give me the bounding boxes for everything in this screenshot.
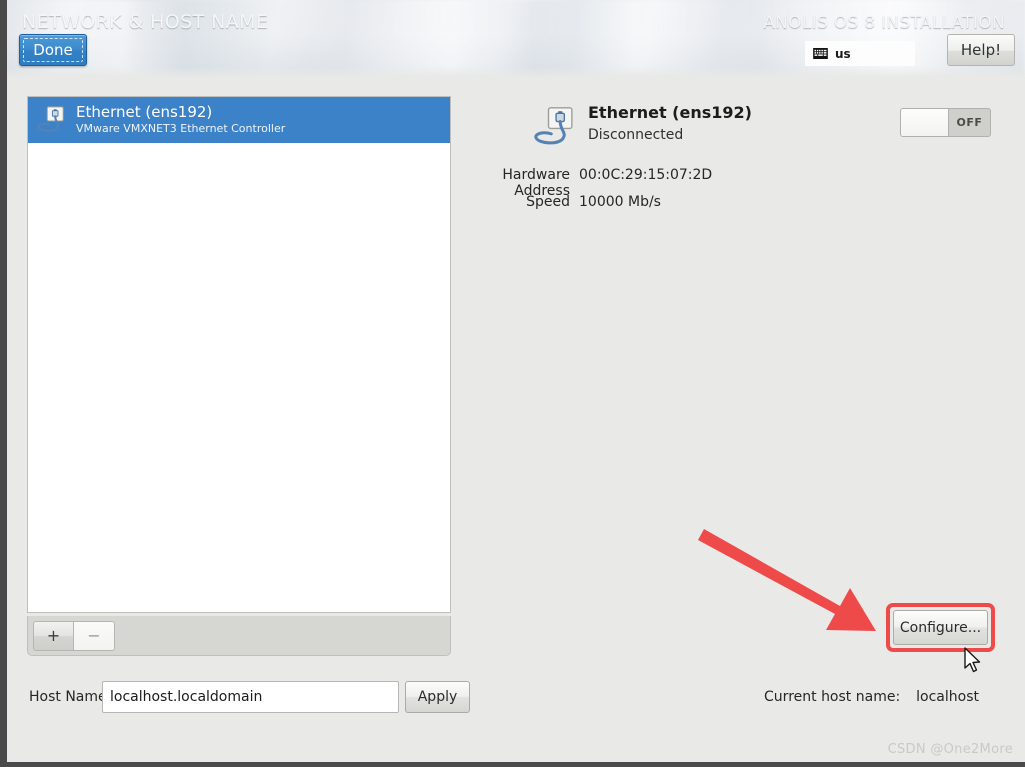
apply-button[interactable]: Apply	[405, 681, 470, 713]
device-detail-texts: Ethernet (ens192) Disconnected	[588, 103, 752, 143]
device-detail-header: Ethernet (ens192) Disconnected	[532, 103, 752, 149]
current-host-name: Current host name: localhost	[764, 689, 979, 705]
hostname-input[interactable]	[102, 681, 399, 713]
current-host-value: localhost	[916, 689, 979, 705]
network-device-list[interactable]: Ethernet (ens192) VMware VMXNET3 Etherne…	[27, 96, 451, 613]
ethernet-icon	[37, 106, 64, 132]
remove-device-label: −	[87, 626, 101, 645]
device-detail-title: Ethernet (ens192)	[588, 103, 752, 122]
hostname-label: Host Name:	[29, 689, 112, 705]
configure-button-label: Configure...	[899, 619, 982, 636]
product-title: ANOLIS OS 8 INSTALLATION	[763, 13, 1005, 33]
apply-button-label: Apply	[417, 689, 458, 705]
keyboard-layout-indicator[interactable]: us	[805, 41, 915, 66]
remove-device-button[interactable]: −	[74, 620, 115, 651]
property-label: Speed	[526, 194, 570, 210]
property-value: 10000 Mb/s	[579, 194, 661, 210]
list-item-texts: Ethernet (ens192) VMware VMXNET3 Etherne…	[76, 103, 286, 136]
device-power-toggle[interactable]: OFF	[900, 108, 991, 137]
window-bottom-edge	[0, 762, 1025, 767]
add-device-label: +	[46, 626, 61, 645]
help-button-label: Help!	[960, 41, 1002, 59]
help-button[interactable]: Help!	[947, 34, 1015, 66]
page-title: NETWORK & HOST NAME	[22, 11, 269, 33]
keyboard-icon	[813, 48, 828, 59]
device-list-toolbar: + −	[27, 616, 451, 656]
add-device-button[interactable]: +	[33, 620, 74, 651]
device-connection-status: Disconnected	[588, 127, 684, 143]
list-item-name: Ethernet (ens192)	[76, 103, 213, 122]
window-left-edge	[0, 0, 7, 767]
property-speed: Speed 10000 Mb/s	[452, 194, 661, 210]
annotation-arrow	[698, 529, 876, 631]
mouse-cursor	[964, 647, 981, 673]
installer-window: NETWORK & HOST NAME ANOLIS OS 8 INSTALLA…	[0, 0, 1025, 767]
keyboard-layout-label: us	[835, 46, 851, 61]
property-value: 00:0C:29:15:07:2D	[579, 167, 713, 183]
done-button-label: Done	[33, 41, 73, 59]
list-item[interactable]: Ethernet (ens192) VMware VMXNET3 Etherne…	[28, 97, 450, 143]
configure-button[interactable]: Configure...	[893, 610, 988, 645]
toggle-state-label: OFF	[956, 116, 983, 129]
ethernet-icon	[534, 107, 573, 145]
toggle-knob	[901, 109, 949, 136]
list-item-description: VMware VMXNET3 Ethernet Controller	[76, 122, 286, 136]
installer-header: NETWORK & HOST NAME ANOLIS OS 8 INSTALLA…	[0, 0, 1025, 78]
current-host-label: Current host name:	[764, 689, 901, 705]
done-button[interactable]: Done	[19, 34, 87, 66]
watermark: CSDN @One2More	[887, 742, 1013, 757]
